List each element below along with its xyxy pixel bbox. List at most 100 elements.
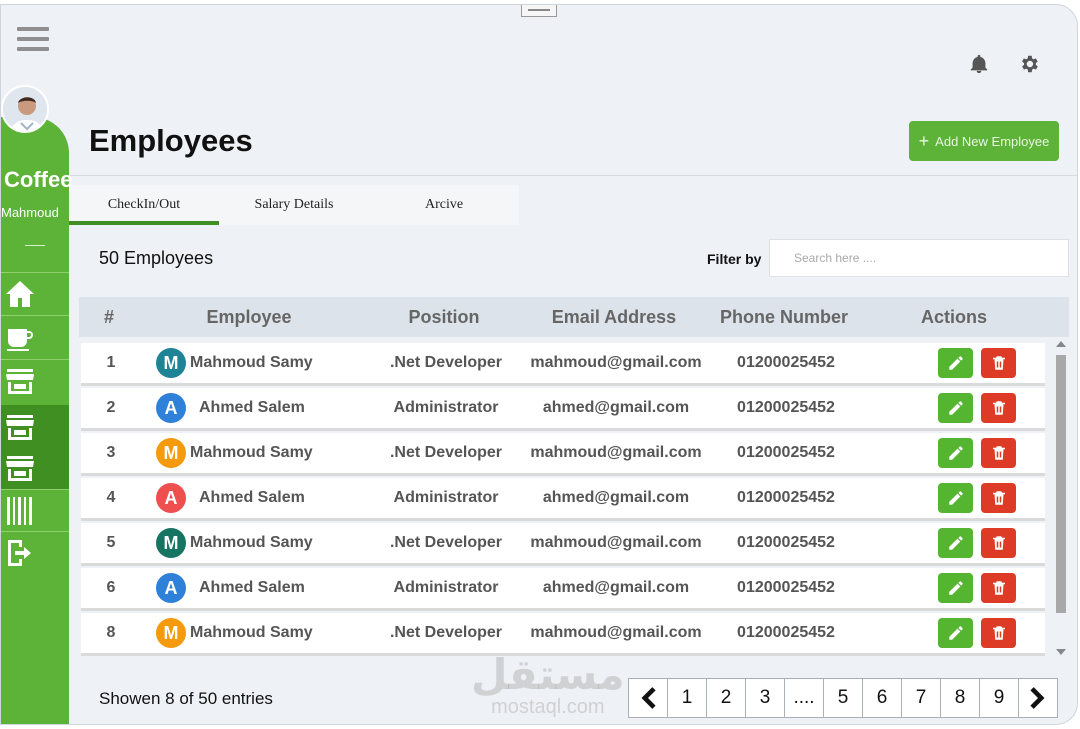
edit-button[interactable]: [938, 393, 973, 423]
page-ellipsis[interactable]: ....: [784, 678, 824, 718]
delete-button[interactable]: [981, 438, 1016, 468]
app-window: Coffee Mahmoud Employees + Add New Emplo…: [0, 4, 1078, 725]
header-divider: [69, 175, 1077, 176]
delete-button[interactable]: [981, 348, 1016, 378]
employee-position: .Net Developer: [389, 354, 503, 371]
bell-icon[interactable]: [968, 53, 990, 75]
employee-phone: 01200025452: [737, 624, 835, 641]
page-button[interactable]: 8: [940, 678, 980, 718]
user-name: Mahmoud: [1, 205, 59, 220]
employee-phone: 01200025452: [737, 444, 835, 461]
sidebar-divider: [25, 245, 45, 246]
home-icon: [6, 280, 34, 307]
next-page-button[interactable]: [1018, 678, 1058, 718]
logout-icon: [8, 539, 31, 566]
employee-email: mahmoud@gmail.com: [530, 534, 702, 551]
pencil-icon: [948, 626, 963, 640]
delete-button[interactable]: [981, 393, 1016, 423]
tab-archive[interactable]: Arcive: [369, 185, 519, 225]
trash-icon: [992, 356, 1005, 370]
edit-button[interactable]: [938, 618, 973, 648]
employee-position: .Net Developer: [389, 534, 503, 551]
row-number: 3: [106, 444, 116, 461]
page-button[interactable]: 3: [745, 678, 785, 718]
edit-button[interactable]: [938, 483, 973, 513]
menu-icon[interactable]: [17, 27, 49, 55]
add-employee-label: Add New Employee: [935, 133, 1050, 149]
column-header-email: Email Address: [551, 306, 677, 327]
table-row[interactable]: 6 A Ahmed Salem Administrator ahmed@gmai…: [81, 568, 1045, 608]
scroll-down-arrow-icon[interactable]: [1056, 649, 1066, 655]
trash-icon: [992, 491, 1005, 505]
table-row[interactable]: 5 M Mahmoud Samy .Net Developer mahmoud@…: [81, 523, 1045, 563]
entries-summary: Showen 8 of 50 entries: [99, 689, 273, 708]
delete-button[interactable]: [981, 528, 1016, 558]
avatar-letter: M: [156, 618, 186, 648]
trash-icon: [992, 626, 1005, 640]
table-row[interactable]: 8 M Mahmoud Samy .Net Developer mahmoud@…: [81, 613, 1045, 653]
employee-email: mahmoud@gmail.com: [530, 354, 702, 371]
store-icon: [6, 456, 34, 481]
employee-count: 50 Employees: [99, 248, 214, 268]
edit-button[interactable]: [938, 438, 973, 468]
sidebar-item-home[interactable]: [1, 272, 69, 314]
trash-icon: [992, 401, 1005, 415]
page-button[interactable]: 2: [706, 678, 746, 718]
tab-salary-details[interactable]: Salary Details: [219, 185, 369, 225]
table-scrollbar[interactable]: [1053, 341, 1069, 655]
table-row[interactable]: 2 A Ahmed Salem Administrator ahmed@gmai…: [81, 388, 1045, 428]
search-input[interactable]: [769, 239, 1069, 277]
edit-button[interactable]: [938, 573, 973, 603]
edit-button[interactable]: [938, 348, 973, 378]
row-number: 4: [106, 489, 116, 506]
page-button[interactable]: 9: [979, 678, 1019, 718]
pencil-icon: [948, 491, 963, 505]
delete-button[interactable]: [981, 483, 1016, 513]
table-row[interactable]: 4 A Ahmed Salem Administrator ahmed@gmai…: [81, 478, 1045, 518]
trash-icon: [992, 581, 1005, 595]
table-row[interactable]: 3 M Mahmoud Samy .Net Developer mahmoud@…: [81, 433, 1045, 473]
sidebar-item-barcode[interactable]: [1, 489, 69, 531]
sidebar-item-store-3[interactable]: [1, 447, 69, 489]
pencil-icon: [948, 536, 963, 550]
page-button[interactable]: 1: [667, 678, 707, 718]
window-grip-handle[interactable]: [521, 5, 557, 17]
page-button[interactable]: 6: [862, 678, 902, 718]
scroll-up-arrow-icon[interactable]: [1056, 341, 1066, 347]
page-button[interactable]: 7: [901, 678, 941, 718]
employee-position: .Net Developer: [389, 624, 503, 641]
page-button[interactable]: 5: [823, 678, 863, 718]
column-header-employee: Employee: [206, 306, 292, 327]
avatar-letter: A: [156, 483, 186, 513]
row-number: 8: [106, 624, 116, 641]
filter-label: Filter by: [707, 251, 762, 267]
column-header-actions: Actions: [920, 306, 987, 327]
page-title: Employees: [89, 123, 253, 158]
sidebar-item-logout[interactable]: [1, 531, 69, 573]
gear-icon[interactable]: [1018, 53, 1040, 75]
trash-icon: [992, 446, 1005, 460]
chevron-left-icon: [641, 687, 656, 709]
avatar-letter: M: [156, 528, 186, 558]
column-header-phone: Phone Number: [719, 306, 848, 327]
row-number: 5: [106, 534, 116, 551]
avatar-letter: A: [156, 573, 186, 603]
sidebar-item-store[interactable]: [1, 359, 69, 401]
employee-email: ahmed@gmail.com: [542, 579, 690, 596]
sidebar-item-coffee[interactable]: [1, 315, 69, 357]
table-row[interactable]: 1 M Mahmoud Samy .Net Developer mahmoud@…: [81, 343, 1045, 383]
edit-button[interactable]: [938, 528, 973, 558]
tab-checkin-out[interactable]: CheckIn/Out: [69, 185, 219, 225]
delete-button[interactable]: [981, 573, 1016, 603]
previous-page-button[interactable]: [628, 678, 668, 718]
avatar-letter: M: [156, 348, 186, 378]
delete-button[interactable]: [981, 618, 1016, 648]
scrollbar-thumb[interactable]: [1056, 355, 1066, 613]
avatar[interactable]: [1, 85, 49, 133]
barcode-icon: [7, 496, 32, 525]
sidebar-item-store-2[interactable]: [1, 405, 69, 447]
watermark-latin: mostaql.com: [491, 696, 605, 718]
add-employee-button[interactable]: + Add New Employee: [909, 121, 1059, 161]
employee-email: ahmed@gmail.com: [542, 399, 690, 416]
avatar-letter: M: [156, 438, 186, 468]
